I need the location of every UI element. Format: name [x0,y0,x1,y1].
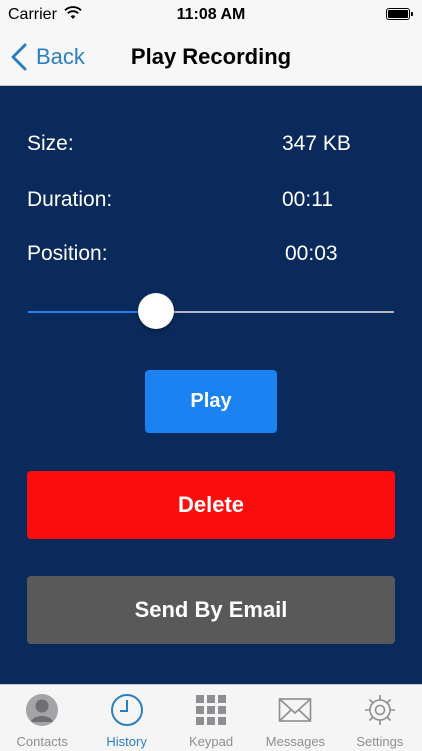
duration-value: 00:11 [282,188,333,211]
recording-details: Size: 347 KB Duration: 00:11 Position: 0… [0,86,422,684]
tab-keypad[interactable]: Keypad [169,685,253,751]
size-value: 347 KB [282,132,351,155]
clock: 11:08 AM [176,6,246,23]
send-by-email-button[interactable]: Send By Email [27,576,395,644]
status-bar: Carrier 11:08 AM [0,0,422,30]
tab-label: Settings [356,734,404,749]
play-button[interactable]: Play [145,370,277,433]
contacts-icon [26,694,59,726]
slider-fill [28,311,157,313]
delete-button[interactable]: Delete [27,471,395,539]
position-value: 00:03 [285,242,338,265]
tab-bar: Contacts History Keypad Messages Setting… [0,684,422,751]
slider-thumb[interactable] [138,293,175,329]
tab-label: Messages [265,734,326,749]
battery-icon [386,8,413,20]
position-label: Position: [27,242,108,265]
duration-label: Duration: [27,188,113,211]
tab-label: History [106,734,147,749]
playback-position-slider[interactable] [28,293,394,329]
tab-history[interactable]: History [84,685,168,751]
history-clock-icon [110,694,143,726]
envelope-icon [279,698,312,722]
tab-contacts[interactable]: Contacts [0,685,84,751]
size-label: Size: [27,132,74,155]
keypad-icon [196,695,227,725]
gear-icon [364,695,395,725]
tab-label: Contacts [16,734,68,749]
tab-settings[interactable]: Settings [338,685,422,751]
tab-label: Keypad [188,734,234,749]
tab-messages[interactable]: Messages [253,685,337,751]
navigation-bar: Back Play Recording [0,30,422,86]
page-title: Play Recording [130,44,292,69]
